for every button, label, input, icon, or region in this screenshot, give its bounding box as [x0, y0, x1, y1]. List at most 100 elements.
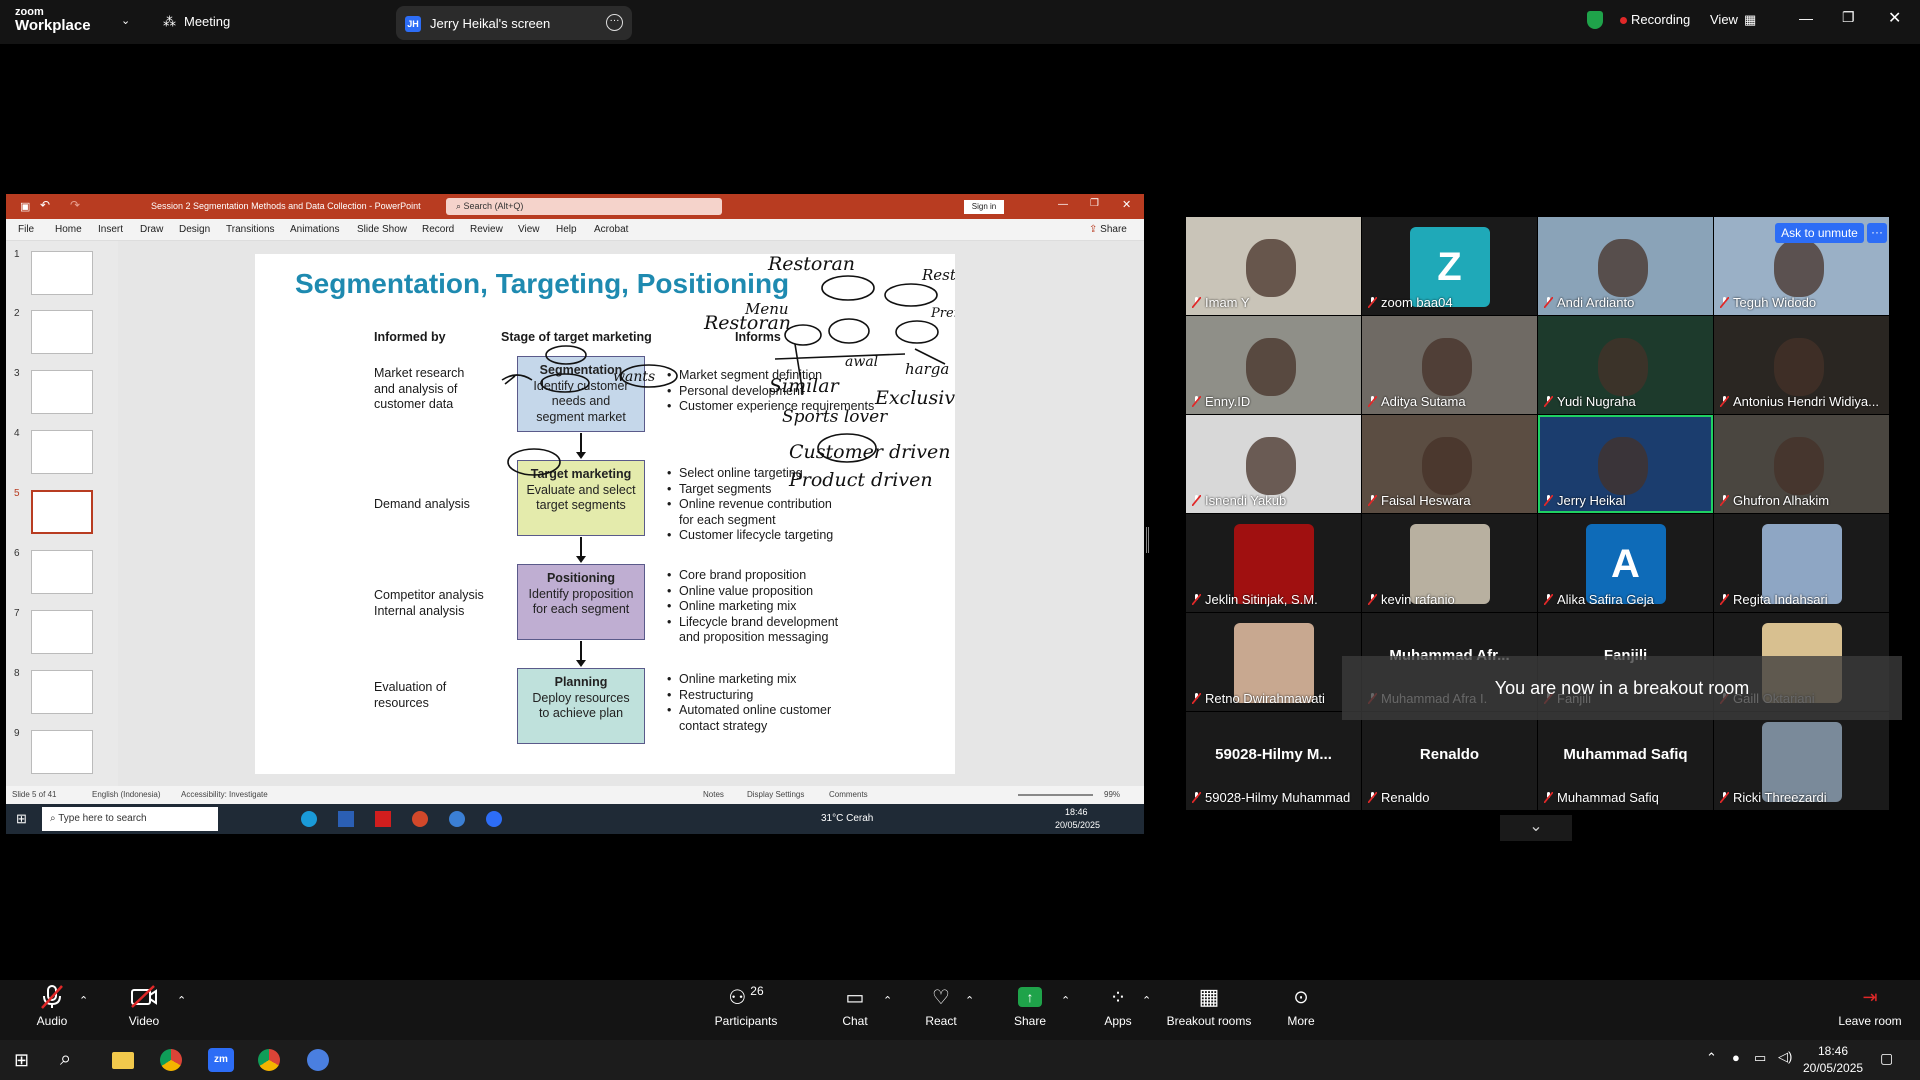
network-icon[interactable]: ▭ [1754, 1050, 1766, 1066]
restore-icon[interactable]: ❐ [1842, 9, 1855, 26]
tile-more-icon[interactable]: ··· [1867, 223, 1887, 243]
slide-thumbnail[interactable] [31, 550, 93, 594]
participant-tile[interactable]: Isnendi Yakub [1186, 415, 1361, 513]
slide-thumbnail[interactable] [31, 370, 93, 414]
ask-to-unmute-button[interactable]: Ask to unmute [1775, 223, 1864, 243]
tab-view[interactable]: View [518, 224, 540, 235]
tab-help[interactable]: Help [556, 224, 577, 235]
share-button[interactable]: ↑ Share [1005, 980, 1055, 1028]
ppt-search-box[interactable]: ⌕ Search (Alt+Q) [446, 198, 722, 215]
participant-tile[interactable]: Imam Y [1186, 217, 1361, 315]
chat-caret-icon[interactable]: ⌃ [883, 994, 892, 1007]
tab-record[interactable]: Record [422, 224, 454, 235]
ppt-close-icon[interactable]: ✕ [1122, 198, 1131, 211]
tab-draw[interactable]: Draw [140, 224, 163, 235]
recording-indicator[interactable]: Recording [1620, 12, 1690, 27]
status-notes[interactable]: Notes [703, 790, 724, 799]
ppt-restore-icon[interactable]: ❐ [1090, 198, 1099, 209]
search-icon[interactable]: ⌕ [60, 1048, 71, 1071]
status-accessibility[interactable]: Accessibility: Investigate [181, 790, 268, 799]
word-icon[interactable] [338, 811, 354, 827]
start-icon[interactable]: ⊞ [16, 811, 27, 827]
participants-button[interactable]: ⚇ 26 Participants [710, 980, 782, 1028]
taskbar-time[interactable]: 18:46 [1818, 1044, 1848, 1058]
participant-tile[interactable]: Muhammad Safiq Muhammad Safiq [1538, 712, 1713, 810]
participant-tile[interactable]: A Alika Safira Geja [1538, 514, 1713, 612]
vertical-scrollbar[interactable] [1128, 244, 1136, 784]
shield-icon[interactable] [1587, 11, 1603, 29]
splitter-handle[interactable] [1146, 527, 1149, 553]
audio-caret-icon[interactable]: ⌃ [79, 994, 88, 1007]
screen-share-indicator[interactable]: JH Jerry Heikal's screen ··· [396, 6, 632, 40]
tray-chevron-icon[interactable]: ⌃ [1706, 1050, 1717, 1066]
slide-thumbnail[interactable] [31, 430, 93, 474]
participant-tile[interactable]: Regita Indahsari [1714, 514, 1889, 612]
tab-design[interactable]: Design [179, 224, 210, 235]
tab-review[interactable]: Review [470, 224, 503, 235]
browser-icon[interactable] [449, 811, 465, 827]
breakout-rooms-button[interactable]: ▦ Breakout rooms [1163, 980, 1255, 1028]
slide-thumbnail-selected[interactable] [31, 490, 93, 534]
powerpoint-icon[interactable] [412, 811, 428, 827]
status-language[interactable]: English (Indonesia) [92, 790, 160, 799]
status-comments[interactable]: Comments [829, 790, 868, 799]
close-icon[interactable]: ✕ [1888, 8, 1901, 28]
more-options-icon[interactable]: ··· [606, 14, 623, 31]
status-display[interactable]: Display Settings [747, 790, 804, 799]
slide-thumbnail[interactable] [31, 670, 93, 714]
chat-button[interactable]: ▭ Chat [830, 980, 880, 1029]
chrome-profile-icon[interactable] [258, 1049, 280, 1071]
chevron-down-icon[interactable]: ⌄ [121, 14, 130, 27]
tab-slide-show[interactable]: Slide Show [357, 224, 407, 235]
participant-tile[interactable]: Renaldo Renaldo [1362, 712, 1537, 810]
save-icon[interactable]: ▣ [20, 200, 30, 213]
acrobat-icon[interactable] [375, 811, 391, 827]
notification-icon[interactable]: ▢ [1880, 1050, 1893, 1067]
app-icon[interactable] [307, 1049, 329, 1071]
slide-thumbnail[interactable] [31, 310, 93, 354]
view-button[interactable]: View ▦ [1710, 12, 1756, 28]
tab-insert[interactable]: Insert [98, 224, 123, 235]
chrome-icon[interactable] [160, 1049, 182, 1071]
slide-thumbnail[interactable] [31, 610, 93, 654]
participant-tile[interactable]: 59028-Hilmy M... 59028-Hilmy Muhammad [1186, 712, 1361, 810]
zoom-taskbar-icon[interactable]: zm [208, 1048, 234, 1072]
meeting-menu[interactable]: ⁂ Meeting [163, 14, 230, 30]
windows-start-icon[interactable]: ⊞ [14, 1050, 29, 1071]
file-explorer-icon[interactable] [112, 1052, 134, 1069]
react-caret-icon[interactable]: ⌃ [965, 994, 974, 1007]
audio-button[interactable]: Audio [22, 980, 82, 1028]
edge-icon[interactable] [301, 811, 317, 827]
share-caret-icon[interactable]: ⌃ [1061, 994, 1070, 1007]
participant-tile[interactable]: Retno Dwirahmawati [1186, 613, 1361, 711]
status-zoom[interactable]: 99% [1104, 790, 1120, 799]
redo-icon[interactable]: ↷ [70, 198, 80, 212]
tab-transitions[interactable]: Transitions [226, 224, 275, 235]
participant-tile[interactable]: Jerry Heikal [1538, 415, 1713, 513]
taskbar-date[interactable]: 20/05/2025 [1803, 1061, 1863, 1075]
undo-icon[interactable]: ↶ [40, 198, 50, 212]
apps-caret-icon[interactable]: ⌃ [1142, 994, 1151, 1007]
inner-weather[interactable]: 31°C Cerah [821, 813, 873, 824]
participant-tile[interactable]: Zzoom baa04 [1362, 217, 1537, 315]
slide-thumbnail[interactable] [31, 730, 93, 774]
participant-tile[interactable]: Jeklin Sitinjak, S.M. [1186, 514, 1361, 612]
mic-tray-icon[interactable]: ● [1732, 1050, 1740, 1065]
participant-tile[interactable]: Yudi Nugraha [1538, 316, 1713, 414]
apps-button[interactable]: ⁘ Apps [1093, 980, 1143, 1029]
volume-icon[interactable]: ◁) [1778, 1049, 1792, 1065]
participant-tile[interactable]: Faisal Heswara [1362, 415, 1537, 513]
react-button[interactable]: ♡ React [916, 980, 966, 1029]
tab-animations[interactable]: Animations [290, 224, 339, 235]
participant-tile[interactable]: Aditya Sutama [1362, 316, 1537, 414]
tab-acrobat[interactable]: Acrobat [594, 224, 628, 235]
ppt-sign-in-button[interactable]: Sign in [964, 200, 1004, 214]
zoom-slider[interactable] [1018, 794, 1093, 796]
zoom-app-icon[interactable] [486, 811, 502, 827]
ppt-minimize-icon[interactable]: — [1058, 199, 1068, 210]
participant-tile[interactable]: Enny.ID [1186, 316, 1361, 414]
participant-tile[interactable]: Antonius Hendri Widiya... [1714, 316, 1889, 414]
more-button[interactable]: ⊙ More [1276, 980, 1326, 1029]
participant-tile[interactable]: Ghufron Alhakim [1714, 415, 1889, 513]
leave-room-button[interactable]: ⇥ Leave room [1834, 980, 1906, 1029]
